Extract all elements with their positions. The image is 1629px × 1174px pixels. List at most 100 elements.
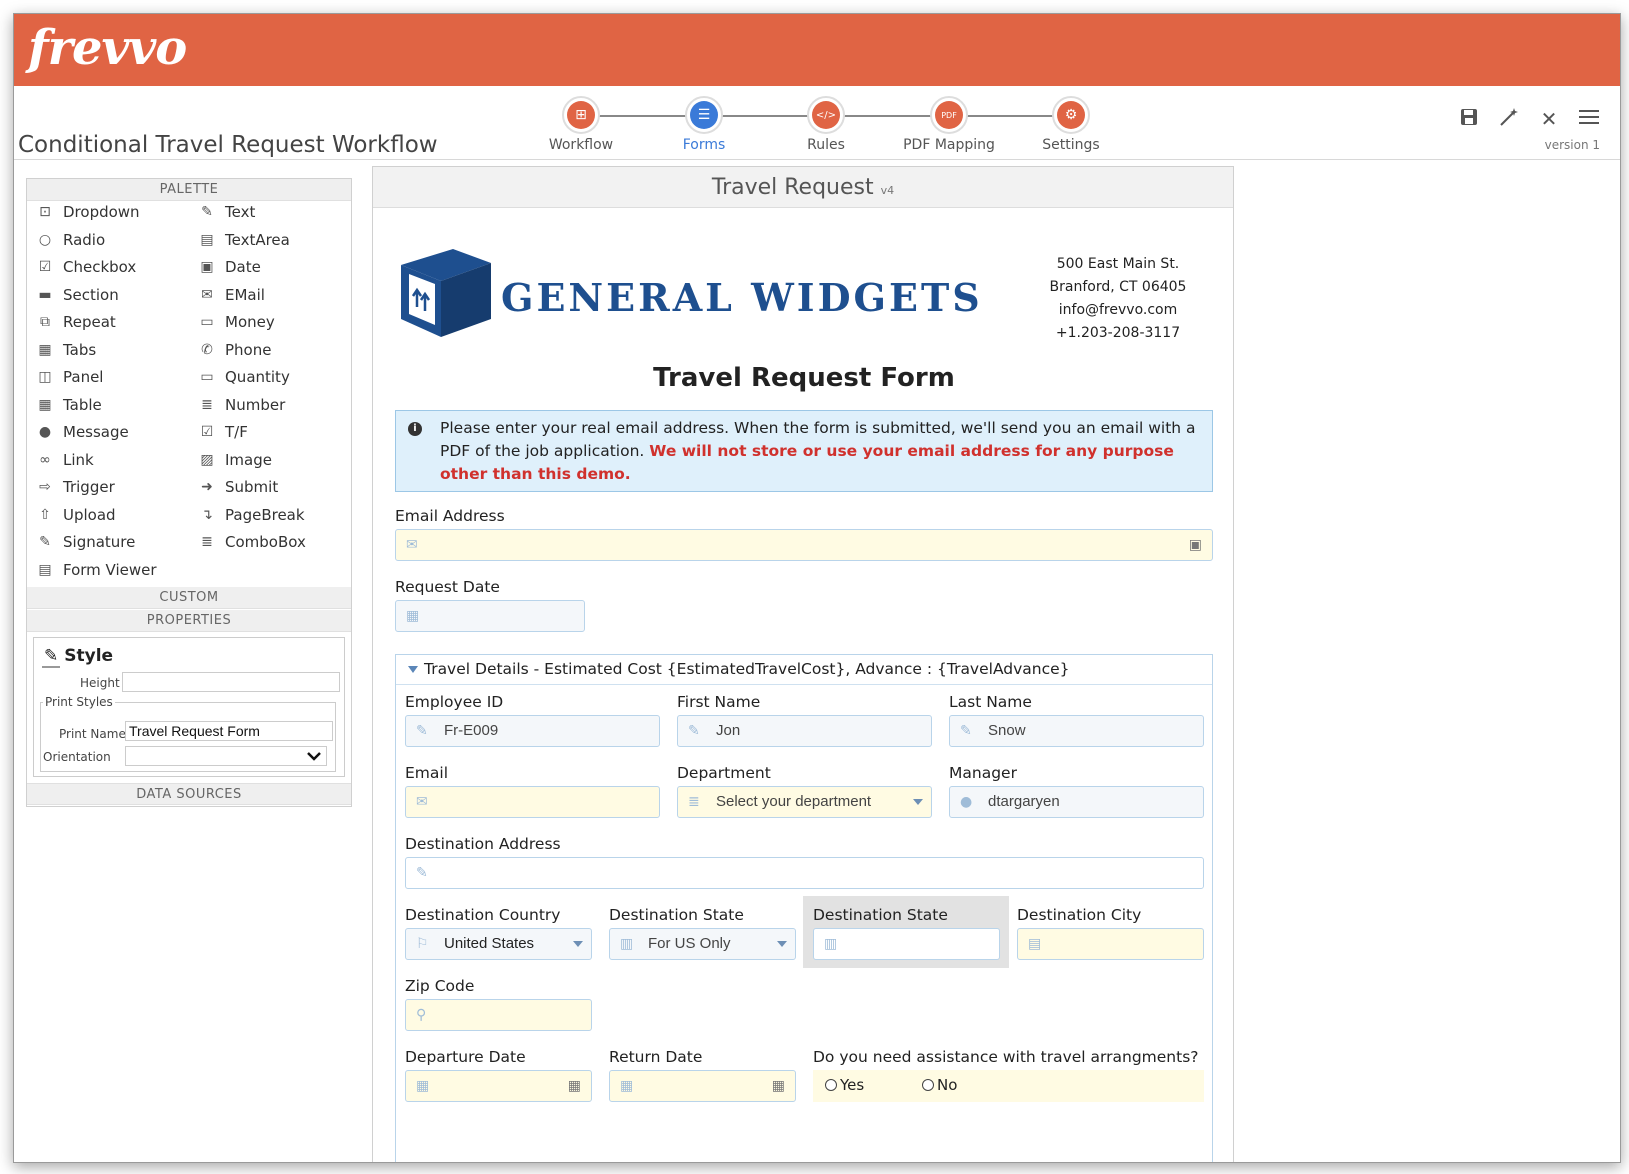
data-sources-header[interactable]: DATA SOURCES xyxy=(27,783,351,805)
email-label: Email xyxy=(405,764,449,782)
palette-item-checkbox[interactable]: ☑ Checkbox xyxy=(37,258,137,276)
date-icon: ▣ xyxy=(200,259,214,275)
travel-details-header[interactable]: Travel Details - Estimated Cost {Estimat… xyxy=(396,655,1212,685)
request-date-input[interactable]: ▦ xyxy=(395,600,585,632)
radio-yes-label: Yes xyxy=(840,1076,865,1094)
palette-item-quantity[interactable]: ▭ Quantity xyxy=(199,368,289,386)
return-date-input[interactable]: ▦ ▦ xyxy=(609,1070,796,1102)
destination-country-select[interactable]: ⚐ United States xyxy=(405,928,592,960)
palette-item-form-viewer[interactable]: ▤ Form Viewer xyxy=(37,561,156,579)
address-line: info@frevvo.com xyxy=(1058,302,1178,318)
first-name-input[interactable]: ✎ Jon xyxy=(677,715,932,747)
department-placeholder: Select your department xyxy=(716,793,872,810)
step-pdf-mapping[interactable]: PDF PDF Mapping xyxy=(885,96,1013,153)
checkbox-icon: ☑ xyxy=(38,259,52,275)
palette-item-tabs[interactable]: ▦ Tabs xyxy=(37,341,96,359)
destination-address-input[interactable]: ✎ xyxy=(405,857,1204,889)
palette-item-label: T/F xyxy=(225,423,248,441)
email-input[interactable]: ✉ xyxy=(405,786,660,818)
orientation-select[interactable] xyxy=(125,746,327,766)
general-widgets-logo xyxy=(401,249,491,337)
address-line: Branford, CT 06405 xyxy=(1049,279,1187,295)
user-icon: ● xyxy=(960,794,973,810)
calendar-picker-icon[interactable]: ▦ xyxy=(568,1071,581,1101)
palette-item-textarea[interactable]: ▤ TextArea xyxy=(199,231,289,249)
style-underline xyxy=(42,666,60,668)
step-rules[interactable]: </> Rules xyxy=(762,96,890,153)
properties-header[interactable]: PROPERTIES xyxy=(27,610,351,632)
departure-date-label: Departure Date xyxy=(405,1048,526,1066)
palette-item-image[interactable]: ▨ Image xyxy=(199,451,272,469)
palette-item-label: Upload xyxy=(63,505,116,524)
radio-icon: ○ xyxy=(38,231,52,248)
email-address-input[interactable]: ✉ ▣ xyxy=(395,529,1213,561)
employee-id-input[interactable]: ✎ Fr-E009 xyxy=(405,715,660,747)
map-icon: ▥ xyxy=(824,936,838,952)
palette-panel: PALETTE ⊡ Dropdown ○ Radio ☑ Checkbox ▬ Section… xyxy=(26,178,352,807)
palette-item-table[interactable]: ▦ Table xyxy=(37,396,101,414)
step-settings[interactable]: ⚙ Settings xyxy=(1007,96,1135,153)
palette-item-radio[interactable]: ○ Radio xyxy=(37,231,105,249)
envelope-icon: ✉ xyxy=(406,537,418,553)
palette-list: ⊡ Dropdown ○ Radio ☑ Checkbox ▬ Section ⧉ Repeat ▦… xyxy=(27,201,351,591)
destination-state-2-input[interactable]: ▥ xyxy=(813,928,1000,960)
manager-input[interactable]: ● dtargaryen xyxy=(949,786,1204,818)
custom-header[interactable]: CUSTOM xyxy=(27,587,351,609)
top-bar: frevvo xyxy=(14,14,1620,86)
palette-item-t-f[interactable]: ☑ T/F xyxy=(199,423,248,441)
palette-header[interactable]: PALETTE xyxy=(27,179,351,201)
destination-state-select[interactable]: ▥ For US Only xyxy=(609,928,796,960)
palette-item-email[interactable]: ✉ EMail xyxy=(199,286,265,304)
destination-country-value: United States xyxy=(444,935,535,952)
radio-no-label: No xyxy=(937,1076,958,1094)
palette-item-link[interactable]: ∞ Link xyxy=(37,451,94,469)
step-forms[interactable]: ☰ Forms xyxy=(640,96,768,153)
palette-item-combobox[interactable]: ≣ ComboBox xyxy=(199,533,306,551)
destination-city-input[interactable]: ▤ xyxy=(1017,928,1204,960)
palette-item-repeat[interactable]: ⧉ Repeat xyxy=(37,313,116,331)
calendar-icon: ▦ xyxy=(416,1078,430,1094)
palette-item-upload[interactable]: ⇧ Upload xyxy=(37,505,116,524)
palette-item-label: Signature xyxy=(63,533,136,551)
calendar-picker-icon[interactable]: ▦ xyxy=(772,1071,785,1101)
close-icon[interactable]: ✕ xyxy=(1536,106,1562,132)
link-icon: ∞ xyxy=(39,451,51,468)
radio-yes[interactable]: Yes xyxy=(825,1076,864,1094)
style-properties: ✎ Style Height Print Styles Print Name Tr… xyxy=(33,637,345,777)
step-workflow[interactable]: ⊞ Workflow xyxy=(517,96,645,153)
departure-date-input[interactable]: ▦ ▦ xyxy=(405,1070,592,1102)
palette-item-phone[interactable]: ✆ Phone xyxy=(199,341,271,359)
destination-address-label: Destination Address xyxy=(405,835,561,853)
destination-city-label: Destination City xyxy=(1017,906,1142,924)
map-icon: ▥ xyxy=(620,936,634,952)
palette-item-label: Submit xyxy=(225,478,279,496)
palette-item-section[interactable]: ▬ Section xyxy=(37,286,118,304)
palette-item-message[interactable]: ● Message xyxy=(37,423,129,441)
menu-icon[interactable] xyxy=(1576,106,1602,132)
department-select[interactable]: ≣ Select your department xyxy=(677,786,932,818)
print-styles-group: Print Styles Print Name Travel Request F… xyxy=(40,695,336,772)
palette-item-signature[interactable]: ✎ Signature xyxy=(37,533,135,551)
first-name-label: First Name xyxy=(677,693,761,711)
radio-circle xyxy=(922,1079,934,1091)
palette-item-date[interactable]: ▣ Date xyxy=(199,258,260,276)
zip-code-input[interactable]: ⚲ xyxy=(405,999,592,1031)
palette-item-panel[interactable]: ◫ Panel xyxy=(37,368,103,386)
print-name-input[interactable]: Travel Request Form xyxy=(125,721,333,741)
palette-item-submit[interactable]: ➜ Submit xyxy=(199,478,278,496)
palette-item-dropdown[interactable]: ⊡ Dropdown xyxy=(37,203,139,221)
palette-item-number[interactable]: ≣ Number xyxy=(199,396,285,414)
palette-item-pagebreak[interactable]: ↴ PageBreak xyxy=(199,506,304,524)
manager-value: dtargaryen xyxy=(988,793,1060,810)
last-name-input[interactable]: ✎ Snow xyxy=(949,715,1204,747)
edit-icon: ✎ xyxy=(416,723,428,739)
palette-item-trigger[interactable]: ⇨ Trigger xyxy=(37,478,115,496)
pagebreak-icon: ↴ xyxy=(201,506,213,523)
radio-no[interactable]: No xyxy=(922,1076,957,1094)
magic-wand-icon[interactable] xyxy=(1496,106,1522,132)
height-input[interactable] xyxy=(122,672,340,692)
palette-item-text[interactable]: ✎ Text xyxy=(199,203,255,221)
palette-item-label: EMail xyxy=(225,285,265,304)
palette-item-money[interactable]: ▭ Money xyxy=(199,313,274,331)
save-icon[interactable] xyxy=(1456,106,1482,132)
